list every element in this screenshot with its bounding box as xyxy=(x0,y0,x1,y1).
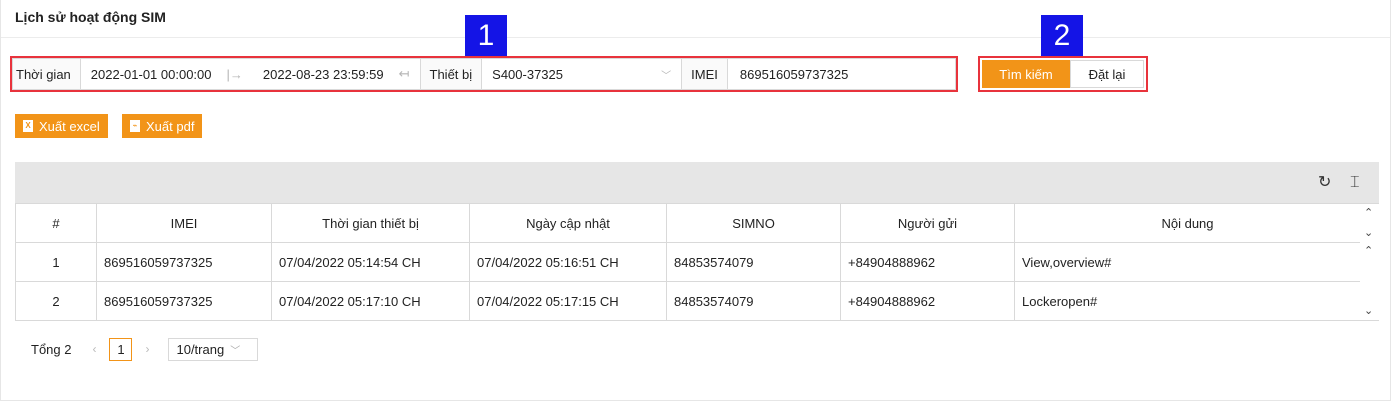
title-divider xyxy=(1,37,1390,38)
pagination-total: Tổng 2 xyxy=(31,341,72,357)
export-pdf-button[interactable]: ⌁ Xuất pdf xyxy=(122,114,203,138)
device-select-value: S400-37325 xyxy=(492,66,563,82)
export-excel-label: Xuất excel xyxy=(39,118,100,134)
cell-content: Lockeropen# xyxy=(1014,281,1361,321)
pdf-file-icon: ⌁ xyxy=(130,120,140,132)
date-end-icon: ↤ xyxy=(398,66,410,81)
imei-input[interactable]: 869516059737325 xyxy=(728,59,955,89)
export-excel-button[interactable]: X Xuất excel xyxy=(15,114,108,138)
sim-history-page: Lịch sử hoạt động SIM 1 2 Thời gian 2022… xyxy=(0,0,1391,401)
column-header-device-time[interactable]: Thời gian thiết bị xyxy=(271,203,470,243)
pagination: Tổng 2 ‹ 1 › 10/trang ﹀ xyxy=(31,337,259,361)
annotation-badge-1: 1 xyxy=(465,15,507,57)
cell-imei: 869516059737325 xyxy=(96,242,272,282)
page-size-value: 10/trang xyxy=(176,341,225,357)
annotation-badge-2: 2 xyxy=(1041,15,1083,57)
column-header-content[interactable]: Nội dung xyxy=(1014,203,1361,243)
export-pdf-label: Xuất pdf xyxy=(146,118,195,134)
cell-imei: 869516059737325 xyxy=(96,281,272,321)
reset-button[interactable]: Đặt lại xyxy=(1070,60,1144,88)
cell-index: 1 xyxy=(15,242,97,282)
column-header-index[interactable]: # xyxy=(15,203,97,243)
page-number-current[interactable]: 1 xyxy=(109,337,133,361)
date-range-arrow-icon: |→ xyxy=(226,66,243,82)
chevron-down-icon: ﹀ xyxy=(661,70,672,82)
table-toolbar: ↻ ⌶ xyxy=(15,162,1379,203)
chevron-left-icon[interactable]: ‹ xyxy=(85,342,103,356)
table-vertical-scrollbar[interactable]: ⌃ ⌄ ⌃ ⌄ xyxy=(1360,203,1379,321)
cell-sender: +84904888962 xyxy=(840,242,1015,282)
column-header-simno[interactable]: SIMNO xyxy=(666,203,841,243)
page-size-select[interactable]: 10/trang ﹀ xyxy=(168,337,259,361)
imei-label: IMEI xyxy=(681,59,728,89)
date-to-input[interactable]: 2022-08-23 23:59:59 xyxy=(263,59,384,89)
table-row[interactable]: 2 869516059737325 07/04/2022 05:17:10 CH… xyxy=(15,281,1361,321)
search-button[interactable]: Tìm kiếm xyxy=(982,60,1070,88)
cell-sender: +84904888962 xyxy=(840,281,1015,321)
cell-device-time: 07/04/2022 05:14:54 CH xyxy=(271,242,470,282)
cell-content: View,overview# xyxy=(1014,242,1361,282)
row-height-icon[interactable]: ⌶ xyxy=(1350,175,1360,191)
cell-simno: 84853574079 xyxy=(666,242,841,282)
sim-history-table: # IMEI Thời gian thiết bị Ngày cập nhật … xyxy=(15,203,1361,321)
cell-simno: 84853574079 xyxy=(666,281,841,321)
scroll-down-icon[interactable]: ⌄ xyxy=(1364,304,1373,317)
column-header-updated-date[interactable]: Ngày cập nhật xyxy=(469,203,667,243)
filter-bar: Thời gian 2022-01-01 00:00:00 |→ 2022-08… xyxy=(12,58,956,90)
date-from-input[interactable]: 2022-01-01 00:00:00 xyxy=(81,59,212,89)
scroll-down-icon[interactable]: ⌄ xyxy=(1364,226,1373,239)
table-row[interactable]: 1 869516059737325 07/04/2022 05:14:54 CH… xyxy=(15,242,1361,282)
cell-index: 2 xyxy=(15,281,97,321)
table-header-row: # IMEI Thời gian thiết bị Ngày cập nhật … xyxy=(15,203,1361,243)
scroll-up-icon[interactable]: ⌃ xyxy=(1364,244,1373,257)
device-label: Thiết bị xyxy=(419,59,483,89)
device-select[interactable]: S400-37325 ﹀ xyxy=(482,59,681,89)
cell-updated-date: 07/04/2022 05:17:15 CH xyxy=(469,281,667,321)
chevron-right-icon[interactable]: › xyxy=(138,342,156,356)
excel-file-icon: X xyxy=(23,120,33,132)
scroll-up-icon[interactable]: ⌃ xyxy=(1364,206,1373,219)
cell-device-time: 07/04/2022 05:17:10 CH xyxy=(271,281,470,321)
column-header-sender[interactable]: Người gửi xyxy=(840,203,1015,243)
cell-updated-date: 07/04/2022 05:16:51 CH xyxy=(469,242,667,282)
refresh-icon[interactable]: ↻ xyxy=(1318,175,1331,191)
page-title: Lịch sử hoạt động SIM xyxy=(15,9,166,25)
chevron-down-icon: ﹀ xyxy=(230,345,241,357)
column-header-imei[interactable]: IMEI xyxy=(96,203,272,243)
time-label: Thời gian xyxy=(13,59,81,89)
